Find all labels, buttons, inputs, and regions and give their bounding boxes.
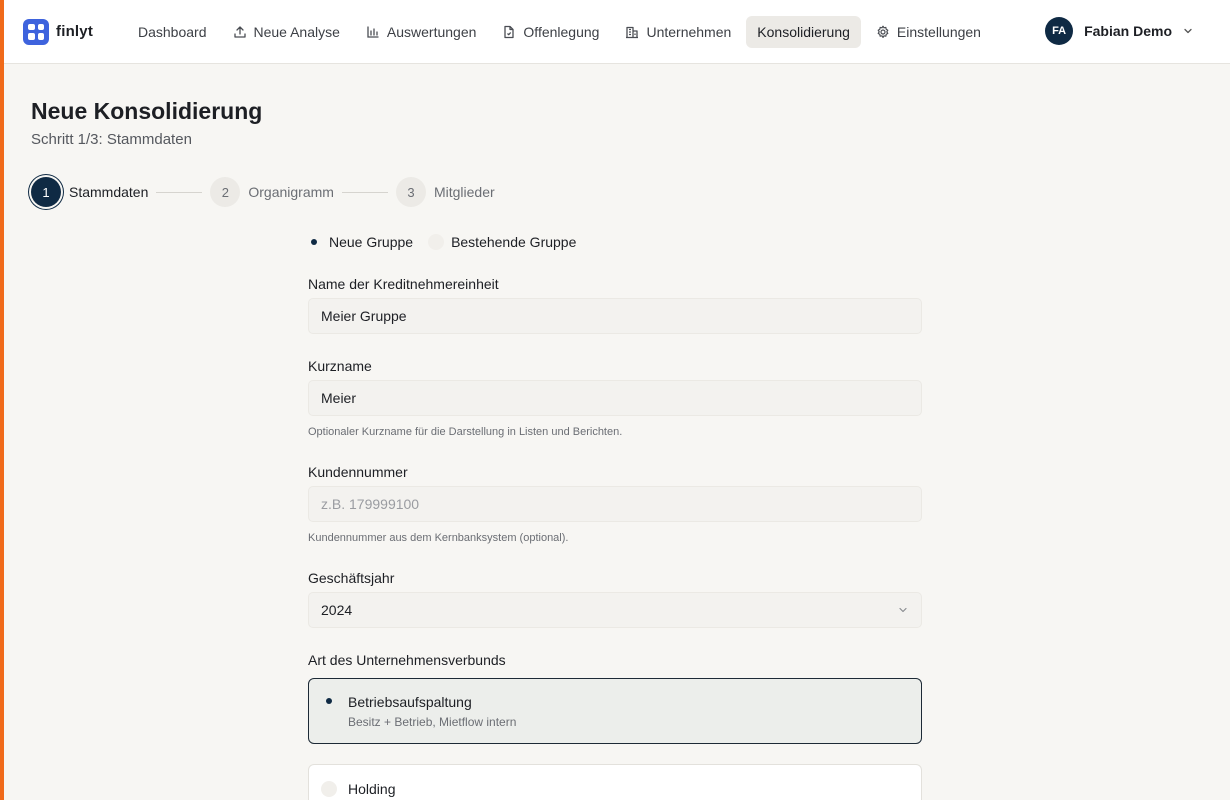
nav-item-label: Offenlegung [523, 23, 600, 40]
customer-number-hint: Kundennummer aus dem Kernbanksystem (opt… [308, 532, 569, 544]
short-name-label: Kurzname [308, 358, 372, 374]
step-label: Organigramm [248, 184, 334, 200]
radio-bestehende-gruppe[interactable] [428, 234, 445, 250]
fiscal-year-value: 2024 [321, 602, 353, 618]
step-connector [156, 191, 203, 193]
step-number: 1 [31, 177, 61, 207]
nav-item-label: Konsolidierung [757, 23, 850, 40]
chevron-down-icon [1182, 25, 1194, 37]
customer-number-input[interactable] [308, 486, 922, 522]
nav-item-konsolidierung[interactable]: Konsolidierung [746, 15, 861, 48]
step-label: Stammdaten [69, 184, 149, 200]
logo-grid-icon [23, 18, 49, 45]
option-description: Besitz + Betrieb, Mietflow intern [348, 715, 517, 729]
accent-bar [0, 0, 4, 800]
nav-item-label: Neue Analyse [253, 23, 340, 40]
main-nav: Dashboard Neue Analyse Auswertungen Offe… [127, 15, 996, 48]
option-title: Holding [348, 781, 396, 797]
short-name-input[interactable] [308, 380, 922, 416]
option-title: Betriebsaufspaltung [348, 694, 472, 710]
upload-icon [233, 25, 247, 39]
avatar: FA [1045, 17, 1074, 45]
user-menu[interactable]: FA Fabian Demo [1045, 17, 1194, 45]
gear-icon [876, 25, 890, 39]
user-name: Fabian Demo [1084, 23, 1172, 39]
radio-holding[interactable] [321, 781, 337, 797]
group-type-radio-group: Neue Gruppe Bestehende Gruppe [306, 230, 591, 254]
nav-item-unternehmen[interactable]: Unternehmen [614, 16, 742, 48]
document-icon [502, 25, 516, 39]
top-navigation-bar: finlyt Dashboard Neue Analyse Auswertung… [4, 0, 1230, 64]
nav-item-neue-analyse[interactable]: Neue Analyse [222, 16, 351, 48]
step-mitglieder[interactable]: 3 Mitglieder [395, 177, 495, 207]
page-subtitle: Schritt 1/3: Stammdaten [31, 131, 192, 148]
short-name-hint: Optionaler Kurzname für die Darstellung … [308, 426, 623, 438]
nav-item-dashboard[interactable]: Dashboard [127, 16, 218, 48]
nav-item-label: Auswertungen [386, 23, 477, 40]
option-betriebsaufspaltung[interactable]: Betriebsaufspaltung Besitz + Betrieb, Mi… [308, 678, 922, 744]
step-number: 2 [210, 177, 241, 207]
group-kind-label: Art des Unternehmensverbunds [308, 652, 506, 668]
radio-label[interactable]: Bestehende Gruppe [451, 234, 576, 250]
nav-item-label: Einstellungen [896, 23, 981, 40]
option-holding[interactable]: Holding [308, 764, 922, 800]
app-logo[interactable]: finlyt [23, 18, 123, 45]
chevron-down-icon [897, 604, 909, 616]
step-organigramm[interactable]: 2 Organigramm [210, 177, 334, 207]
nav-item-offenlegung[interactable]: Offenlegung [491, 16, 610, 48]
stepper: 1 Stammdaten 2 Organigramm 3 Mitglieder [31, 176, 495, 208]
customer-number-label: Kundennummer [308, 464, 408, 480]
fiscal-year-label: Geschäftsjahr [308, 570, 395, 586]
page-title: Neue Konsolidierung [31, 98, 263, 124]
step-number: 3 [395, 177, 426, 207]
nav-item-auswertungen[interactable]: Auswertungen [355, 16, 488, 48]
name-label: Name der Kreditnehmereinheit [308, 276, 499, 292]
nav-item-label: Dashboard [138, 23, 207, 40]
step-stammdaten[interactable]: 1 Stammdaten [31, 177, 148, 207]
radio-betriebsaufspaltung[interactable] [321, 693, 337, 709]
logo-text: finlyt [56, 23, 94, 40]
radio-label[interactable]: Neue Gruppe [329, 234, 413, 250]
building-icon [625, 25, 639, 39]
radio-neue-gruppe[interactable] [306, 234, 322, 250]
name-input[interactable] [308, 298, 922, 334]
bar-chart-icon [366, 25, 380, 39]
nav-item-einstellungen[interactable]: Einstellungen [865, 16, 992, 48]
fiscal-year-select[interactable]: 2024 [308, 592, 922, 628]
step-connector [341, 191, 388, 193]
step-label: Mitglieder [433, 184, 495, 200]
nav-item-label: Unternehmen [646, 23, 732, 40]
